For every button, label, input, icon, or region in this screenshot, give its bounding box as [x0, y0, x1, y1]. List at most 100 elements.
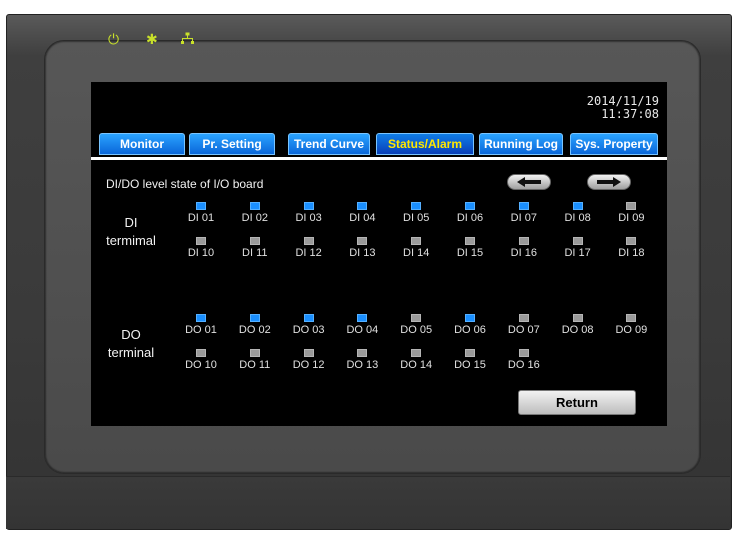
- di-terminal: DI 07: [507, 202, 541, 224]
- return-button[interactable]: Return: [518, 390, 636, 415]
- di-status-led: [303, 202, 314, 210]
- prev-page-button[interactable]: [507, 174, 551, 190]
- di-terminal: DI 02: [238, 202, 272, 224]
- do-status-led: [626, 314, 637, 322]
- di-status-led: [249, 237, 260, 245]
- di-terminal: DI 15: [453, 237, 487, 259]
- di-terminal-label: DI 02: [241, 212, 268, 224]
- di-status-led: [572, 237, 583, 245]
- di-status-led: [518, 237, 529, 245]
- do-terminal: DO 15: [453, 349, 487, 371]
- do-terminal-label: DO 12: [292, 359, 325, 371]
- di-terminal: DI 04: [345, 202, 379, 224]
- do-status-led: [518, 314, 529, 322]
- di-status-led: [303, 237, 314, 245]
- di-label-line2: termimal: [106, 233, 156, 248]
- do-status-led: [303, 314, 314, 322]
- do-terminal-label: DO 11: [239, 359, 271, 371]
- do-status-led: [465, 349, 475, 357]
- di-status-led: [518, 202, 529, 210]
- do-status-led: [303, 349, 314, 357]
- di-terminal-label: DI 18: [618, 247, 645, 259]
- di-status-led: [357, 237, 368, 245]
- di-terminal-label: DI 09: [618, 212, 645, 224]
- do-status-led: [518, 349, 529, 357]
- di-status-led: [626, 237, 637, 245]
- di-terminal: DI 18: [614, 237, 648, 259]
- do-status-led: [249, 314, 260, 322]
- do-terminal-label: DO 05: [400, 324, 433, 336]
- do-terminal-label: DO 08: [561, 324, 594, 336]
- do-terminal-label: DO 04: [346, 324, 379, 336]
- tab-monitor[interactable]: Monitor: [99, 133, 185, 155]
- tab-sys-property[interactable]: Sys. Property: [570, 133, 658, 155]
- do-status-led: [572, 314, 583, 322]
- do-terminal: DO 12: [292, 349, 326, 371]
- di-status-led: [626, 202, 637, 210]
- di-status-led: [196, 202, 206, 210]
- arrow-right-icon: [597, 177, 621, 187]
- di-terminal-label: DI 07: [510, 212, 537, 224]
- do-terminal: DO 08: [561, 314, 595, 336]
- do-terminal: DO 16: [507, 349, 541, 371]
- do-terminal: DO 06: [453, 314, 487, 336]
- do-status-led: [465, 314, 475, 322]
- di-label-line1: DI: [124, 215, 138, 230]
- do-terminal-label: DO 07: [507, 324, 540, 336]
- do-terminal: DO 05: [399, 314, 433, 336]
- di-terminal: DI 13: [345, 237, 379, 259]
- di-terminal: DI 12: [292, 237, 326, 259]
- di-terminal: DI 14: [399, 237, 433, 259]
- di-terminal-label: DI 06: [456, 212, 484, 224]
- do-status-led: [196, 349, 206, 357]
- di-terminal: DI 06: [453, 202, 487, 224]
- arrow-left-icon: [517, 177, 541, 187]
- di-status-led: [411, 237, 422, 245]
- do-terminal-label: DO 16: [507, 359, 540, 371]
- di-status-led: [357, 202, 368, 210]
- di-terminal-label: DI 01: [187, 212, 215, 224]
- do-terminal: DO 04: [345, 314, 379, 336]
- do-terminal: DO 14: [399, 349, 433, 371]
- hmi-screen: 2014/11/19 11:37:08 Monitor Pr. Setting …: [91, 82, 667, 426]
- do-status-led: [196, 314, 206, 322]
- tab-pr-setting[interactable]: Pr. Setting: [189, 133, 275, 155]
- do-terminal: DO 09: [614, 314, 648, 336]
- di-terminal: DI 16: [507, 237, 541, 259]
- di-terminal: DI 17: [561, 237, 595, 259]
- di-terminal-label: DI 04: [349, 212, 376, 224]
- di-terminal-label: DI 03: [295, 212, 322, 224]
- do-row-label: DO terminal: [103, 326, 159, 362]
- di-status-led: [196, 237, 206, 245]
- section-title: DI/DO level state of I/O board: [106, 177, 264, 191]
- tab-trend-curve[interactable]: Trend Curve: [288, 133, 370, 155]
- next-page-button[interactable]: [587, 174, 631, 190]
- do-status-led: [357, 349, 368, 357]
- tab-running-log[interactable]: Running Log: [479, 133, 563, 155]
- di-terminal-label: DI 14: [403, 247, 430, 259]
- time-text: 11:37:08: [601, 107, 659, 121]
- do-terminal-label: DO 09: [615, 324, 648, 336]
- comm-icon: ✱: [146, 31, 158, 47]
- do-terminal-label: DO 06: [454, 324, 486, 336]
- do-label-line2: terminal: [107, 345, 155, 360]
- di-status-led: [465, 202, 475, 210]
- di-status-led: [572, 202, 583, 210]
- do-terminal-label: DO 13: [346, 359, 379, 371]
- do-status-led: [411, 314, 422, 322]
- do-terminal: DO 10: [184, 349, 218, 371]
- do-terminal: DO 03: [292, 314, 326, 336]
- di-terminal-label: DI 11: [242, 247, 268, 259]
- di-terminal: DI 05: [399, 202, 433, 224]
- do-status-led: [357, 314, 368, 322]
- do-terminal-label: DO 03: [292, 324, 325, 336]
- network-icon: [181, 32, 194, 48]
- tab-status-alarm[interactable]: Status/Alarm: [376, 133, 474, 155]
- power-icon: ⏻: [108, 31, 120, 47]
- di-terminal: DI 03: [292, 202, 326, 224]
- di-terminal-label: DI 17: [564, 247, 591, 259]
- di-terminal: DI 09: [614, 202, 648, 224]
- di-row-label: DI termimal: [103, 214, 159, 250]
- di-terminal-label: DI 10: [187, 247, 215, 259]
- do-terminal-label: DO 14: [400, 359, 433, 371]
